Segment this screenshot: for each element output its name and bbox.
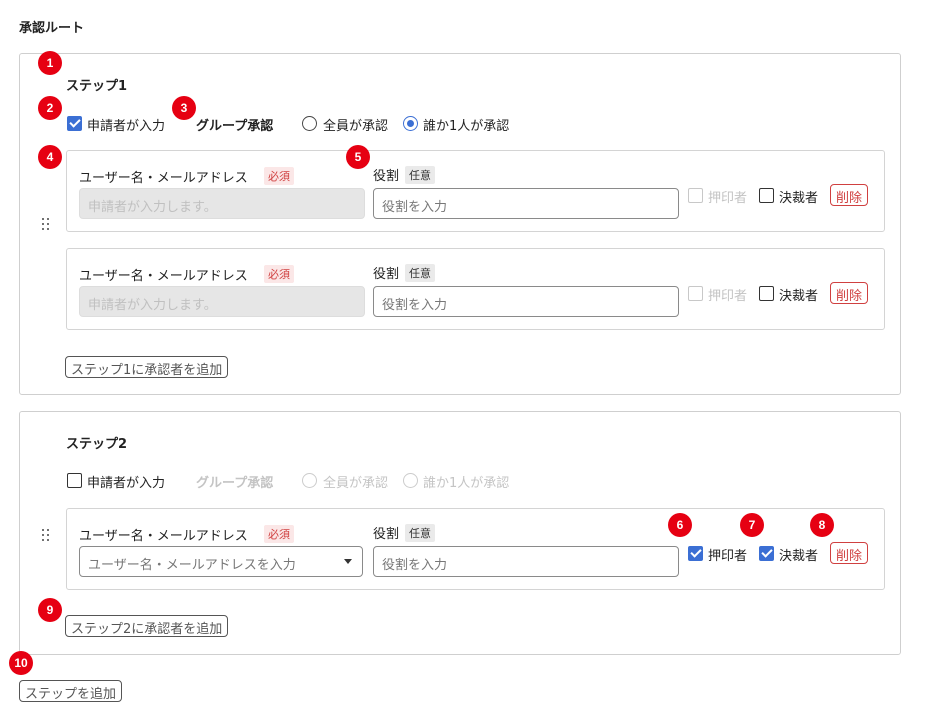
delete-button[interactable]: 削除 xyxy=(830,542,869,564)
add-approver-step2-button[interactable]: ステップ2に承認者を追加 xyxy=(65,615,229,637)
decider-checkbox[interactable] xyxy=(759,546,774,561)
role-input[interactable]: 役割を入力 xyxy=(373,188,679,219)
step-title: ステップ2 xyxy=(66,437,128,452)
radio-all-approve xyxy=(302,473,317,488)
optional-badge: 任意 xyxy=(405,524,435,542)
step-title: ステップ1 xyxy=(66,79,128,94)
add-step-button[interactable]: ステップを追加 xyxy=(19,680,123,702)
required-badge: 必須 xyxy=(264,265,294,283)
annotation-marker: 2 xyxy=(38,96,62,120)
decider-checkbox[interactable] xyxy=(759,188,774,203)
user-input: 申請者が入力します。 xyxy=(79,286,365,317)
stamper-checkbox xyxy=(688,286,703,301)
role-input[interactable]: 役割を入力 xyxy=(373,286,679,317)
approver-row: ユーザー名・メールアドレス 必須 申請者が入力します。 役割 任意 役割を入力 … xyxy=(66,248,885,330)
user-field-label: ユーザー名・メールアドレス xyxy=(79,171,248,186)
delete-button[interactable]: 削除 xyxy=(830,184,869,206)
user-field-label: ユーザー名・メールアドレス xyxy=(79,269,248,284)
add-approver-step1-button[interactable]: ステップ1に承認者を追加 xyxy=(65,356,229,378)
applicant-input-label[interactable]: 申請者が入力 xyxy=(87,472,165,491)
decider-label[interactable]: 決裁者 xyxy=(779,285,818,304)
section-title: 承認ルート xyxy=(19,21,85,36)
role-field-label: 役割 xyxy=(373,169,400,184)
optional-badge: 任意 xyxy=(405,264,435,282)
drag-handle-icon[interactable] xyxy=(42,529,52,541)
stamper-label[interactable]: 押印者 xyxy=(708,545,747,564)
radio-all-approve-label[interactable]: 全員が承認 xyxy=(323,115,388,134)
optional-badge: 任意 xyxy=(405,166,435,184)
radio-any-approve xyxy=(403,473,418,488)
role-input[interactable]: 役割を入力 xyxy=(373,546,679,577)
annotation-marker: 8 xyxy=(810,513,834,537)
annotation-marker: 9 xyxy=(38,598,62,622)
applicant-input-checkbox[interactable] xyxy=(67,116,82,131)
role-field-label: 役割 xyxy=(373,527,400,542)
annotation-marker: 5 xyxy=(346,145,370,169)
user-select[interactable]: ユーザー名・メールアドレスを入力 xyxy=(79,546,363,577)
group-approval-label: グループ承認 xyxy=(196,119,274,134)
user-input: 申請者が入力します。 xyxy=(79,188,365,219)
delete-button[interactable]: 削除 xyxy=(830,282,869,304)
stamper-label: 押印者 xyxy=(708,191,748,206)
annotation-marker: 10 xyxy=(9,651,33,675)
annotation-marker: 7 xyxy=(740,513,764,537)
radio-any-approve-label: 誰か1人が承認 xyxy=(423,476,510,491)
radio-any-approve-label[interactable]: 誰か1人が承認 xyxy=(423,115,509,134)
applicant-input-label[interactable]: 申請者が入力 xyxy=(87,115,165,134)
user-field-label: ユーザー名・メールアドレス xyxy=(79,529,248,544)
group-approval-label: グループ承認 xyxy=(196,476,274,491)
step-card-1: ステップ1 申請者が入力 グループ承認 全員が承認 誰か1人が承認 ユーザー名・… xyxy=(19,53,901,395)
stamper-checkbox[interactable] xyxy=(688,546,703,561)
radio-any-approve[interactable] xyxy=(403,116,418,131)
applicant-input-checkbox[interactable] xyxy=(67,473,82,488)
annotation-marker: 4 xyxy=(38,145,62,169)
stamper-checkbox xyxy=(688,188,703,203)
stamper-label: 押印者 xyxy=(708,289,748,304)
radio-all-approve[interactable] xyxy=(302,116,317,131)
approver-row: ユーザー名・メールアドレス 必須 申請者が入力します。 役割 任意 役割を入力 … xyxy=(66,150,885,232)
decider-checkbox[interactable] xyxy=(759,286,774,301)
required-badge: 必須 xyxy=(264,525,294,543)
chevron-down-icon[interactable] xyxy=(344,559,352,564)
role-field-label: 役割 xyxy=(373,267,400,282)
decider-label[interactable]: 決裁者 xyxy=(779,545,818,564)
radio-all-approve-label: 全員が承認 xyxy=(323,476,389,491)
step-card-2: ステップ2 申請者が入力 グループ承認 全員が承認 誰か1人が承認 ユーザー名・… xyxy=(19,411,901,655)
decider-label[interactable]: 決裁者 xyxy=(779,187,818,206)
annotation-marker: 6 xyxy=(668,513,692,537)
drag-handle-icon[interactable] xyxy=(42,218,52,230)
required-badge: 必須 xyxy=(264,167,294,185)
annotation-marker: 3 xyxy=(172,96,196,120)
annotation-marker: 1 xyxy=(38,51,62,75)
